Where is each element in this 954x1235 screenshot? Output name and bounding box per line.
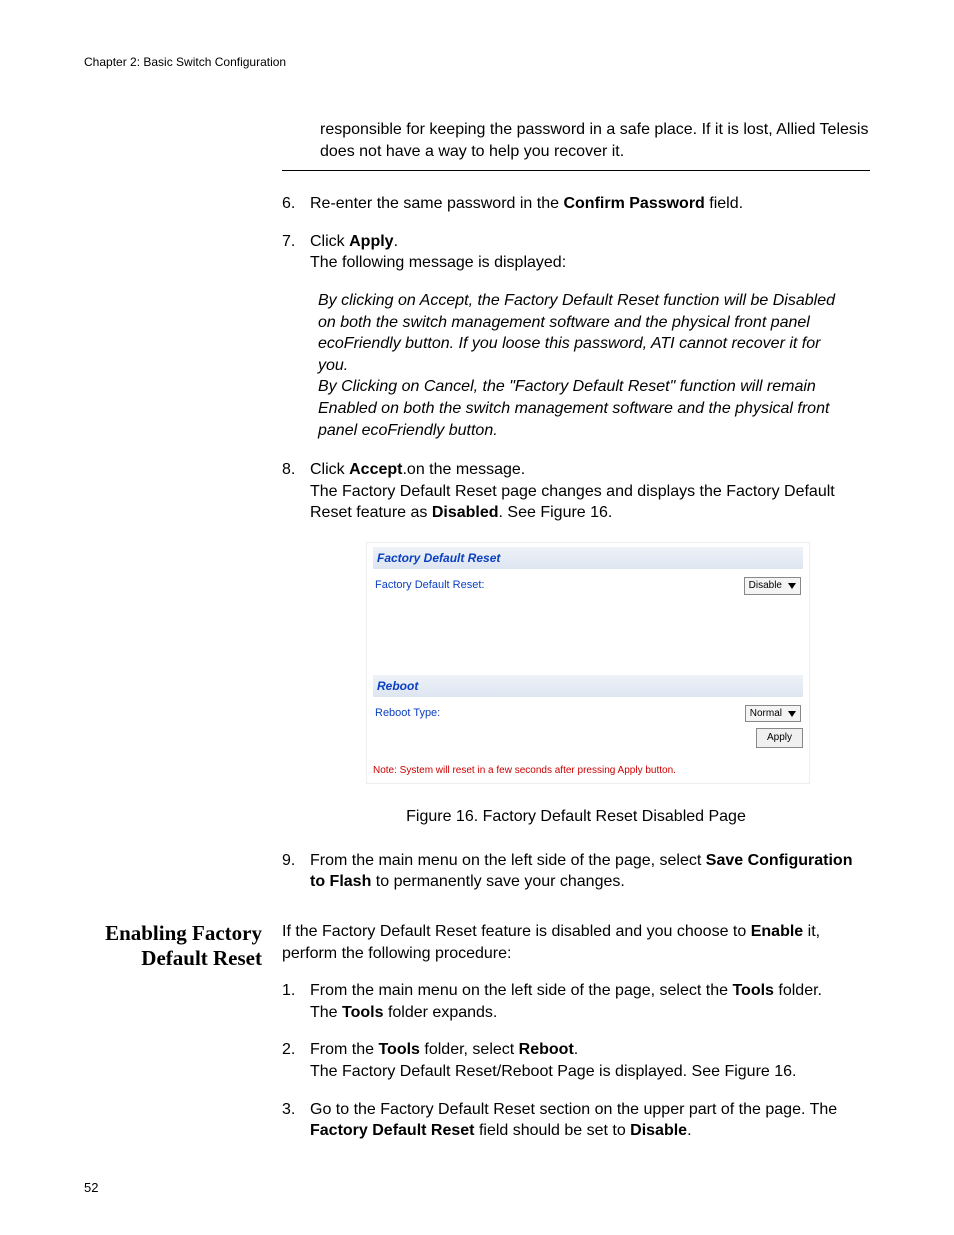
panel-header-reboot: Reboot xyxy=(373,675,803,697)
field-label: Factory Default Reset: xyxy=(375,578,484,593)
side-heading-line: Default Reset xyxy=(141,946,262,970)
dropdown-value: Disable xyxy=(749,579,782,593)
text-bold: Factory Default Reset xyxy=(310,1122,475,1139)
text-bold: Disabled xyxy=(432,504,499,521)
figure-16-ui: Factory Default Reset Factory Default Re… xyxy=(366,542,810,784)
apply-row: Apply xyxy=(373,724,803,748)
text: Re-enter the same password in the xyxy=(310,195,563,212)
text: to permanently save your changes. xyxy=(371,873,624,890)
panel-header-factory-default-reset: Factory Default Reset xyxy=(373,547,803,569)
text: From the main menu on the left side of t… xyxy=(310,982,732,999)
text: Go to the Factory Default Reset section … xyxy=(310,1101,837,1118)
list-number: 1. xyxy=(282,980,310,1023)
text-bold: Reboot xyxy=(519,1041,574,1058)
text: . xyxy=(394,233,398,250)
reboot-type-dropdown[interactable]: Normal xyxy=(745,705,801,723)
list-body: Click Apply. The following message is di… xyxy=(310,231,870,274)
list-number: 8. xyxy=(282,459,310,524)
text-bold: Tools xyxy=(378,1041,419,1058)
page-number: 52 xyxy=(84,1180,98,1195)
text-bold: Tools xyxy=(732,982,773,999)
text: Click xyxy=(310,233,349,250)
text: The following message is displayed: xyxy=(310,254,566,271)
list-body: From the main menu on the left side of t… xyxy=(310,980,870,1023)
list-body: Go to the Factory Default Reset section … xyxy=(310,1099,870,1142)
field-label: Reboot Type: xyxy=(375,706,440,721)
step-8: 8. Click Accept.on the message. The Fact… xyxy=(282,459,870,524)
text: . xyxy=(687,1122,691,1139)
text-bold: Confirm Password xyxy=(563,195,704,212)
chapter-header: Chapter 2: Basic Switch Configuration xyxy=(84,55,870,69)
chevron-down-icon xyxy=(788,583,796,589)
quote-paragraph: By clicking on Accept, the Factory Defau… xyxy=(318,290,846,376)
list-number: 3. xyxy=(282,1099,310,1142)
section-body: If the Factory Default Reset feature is … xyxy=(282,921,870,1158)
text: . See Figure 16. xyxy=(499,504,613,521)
list-body: From the Tools folder, select Reboot. Th… xyxy=(310,1039,870,1082)
figure-note-text: Note: System will reset in a few seconds… xyxy=(373,764,803,778)
text-bold: Tools xyxy=(342,1004,383,1021)
step-6: 6. Re-enter the same password in the Con… xyxy=(282,193,870,215)
spacer xyxy=(373,605,803,675)
page: Chapter 2: Basic Switch Configuration re… xyxy=(0,0,954,1235)
step-3: 3. Go to the Factory Default Reset secti… xyxy=(282,1099,870,1142)
intro-paragraph: If the Factory Default Reset feature is … xyxy=(282,921,870,964)
accept-message-quote: By clicking on Accept, the Factory Defau… xyxy=(318,290,846,441)
note-box-tail: responsible for keeping the password in … xyxy=(282,119,870,171)
text: Click xyxy=(310,461,349,478)
figure-caption: Figure 16. Factory Default Reset Disable… xyxy=(282,806,870,828)
list-body: Click Accept.on the message. The Factory… xyxy=(310,459,870,524)
list-number: 9. xyxy=(282,850,310,893)
apply-button[interactable]: Apply xyxy=(756,728,803,748)
text-bold: Enable xyxy=(751,923,803,940)
step-7: 7. Click Apply. The following message is… xyxy=(282,231,870,274)
dropdown-value: Normal xyxy=(750,707,782,721)
list-body: Re-enter the same password in the Confir… xyxy=(310,193,870,215)
step-9: 9. From the main menu on the left side o… xyxy=(282,850,870,893)
side-heading: Enabling Factory Default Reset xyxy=(84,921,282,1158)
text: From the main menu on the left side of t… xyxy=(310,852,706,869)
field-row-reboot-type: Reboot Type: Normal xyxy=(373,703,803,725)
quote-paragraph: By Clicking on Cancel, the "Factory Defa… xyxy=(318,376,846,441)
text: field should be set to xyxy=(475,1122,631,1139)
text: From the xyxy=(310,1041,378,1058)
text: folder, select xyxy=(420,1041,519,1058)
factory-default-reset-dropdown[interactable]: Disable xyxy=(744,577,801,595)
chevron-down-icon xyxy=(788,711,796,717)
text: The xyxy=(310,1004,342,1021)
text: folder expands. xyxy=(384,1004,498,1021)
main-body-column: responsible for keeping the password in … xyxy=(282,119,870,893)
step-1: 1. From the main menu on the left side o… xyxy=(282,980,870,1023)
list-body: From the main menu on the left side of t… xyxy=(310,850,870,893)
side-heading-line: Enabling Factory xyxy=(105,921,262,945)
text: If the Factory Default Reset feature is … xyxy=(282,923,751,940)
text-bold: Accept xyxy=(349,461,402,478)
section-enabling-factory-default-reset: Enabling Factory Default Reset If the Fa… xyxy=(84,921,870,1158)
text: .on the message. xyxy=(402,461,525,478)
list-number: 2. xyxy=(282,1039,310,1082)
list-number: 7. xyxy=(282,231,310,274)
field-row-factory-default-reset: Factory Default Reset: Disable xyxy=(373,575,803,605)
text: field. xyxy=(705,195,743,212)
text-bold: Apply xyxy=(349,233,393,250)
list-number: 6. xyxy=(282,193,310,215)
step-2: 2. From the Tools folder, select Reboot.… xyxy=(282,1039,870,1082)
text: The Factory Default Reset/Reboot Page is… xyxy=(310,1063,796,1080)
text: folder. xyxy=(774,982,822,999)
text: . xyxy=(574,1041,578,1058)
text-bold: Disable xyxy=(630,1122,687,1139)
